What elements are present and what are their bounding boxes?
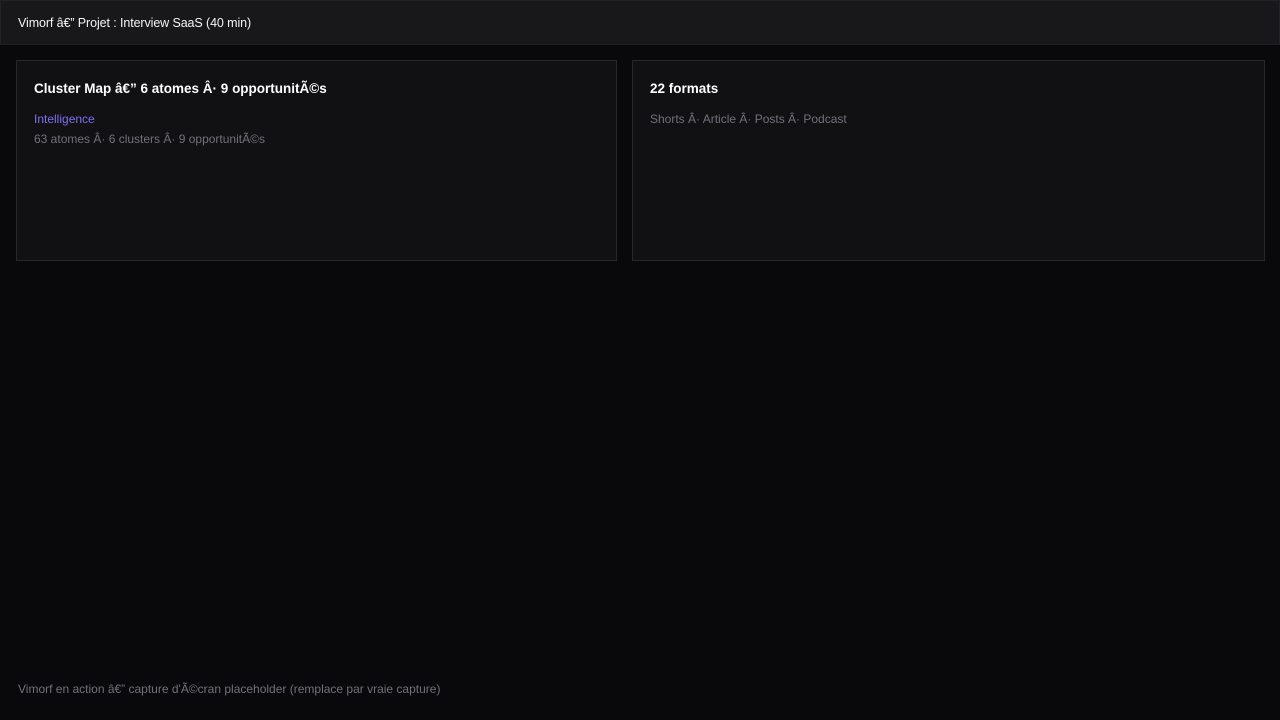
intelligence-tag[interactable]: Intelligence <box>34 112 95 126</box>
cluster-map-title: Cluster Map â€” 6 atomes Â· 9 opportunit… <box>34 81 327 96</box>
formats-list: Shorts Â· Article Â· Posts Â· Podcast <box>650 112 847 126</box>
title-bar: Vimorf â€” Projet : Interview SaaS (40 m… <box>0 0 1280 45</box>
formats-card[interactable]: 22 formats Shorts Â· Article Â· Posts Â·… <box>632 60 1265 261</box>
app-window: Vimorf â€” Projet : Interview SaaS (40 m… <box>0 0 1280 720</box>
cluster-map-card[interactable]: Cluster Map â€” 6 atomes Â· 9 opportunit… <box>16 60 617 261</box>
formats-title: 22 formats <box>650 81 719 96</box>
screenshot-caption: Vimorf en action â€” capture d'Ã©cran pl… <box>18 682 441 696</box>
window-title: Vimorf â€” Projet : Interview SaaS (40 m… <box>18 15 252 30</box>
cluster-map-stats: 63 atomes Â· 6 clusters Â· 9 opportunitÃ… <box>34 132 265 146</box>
